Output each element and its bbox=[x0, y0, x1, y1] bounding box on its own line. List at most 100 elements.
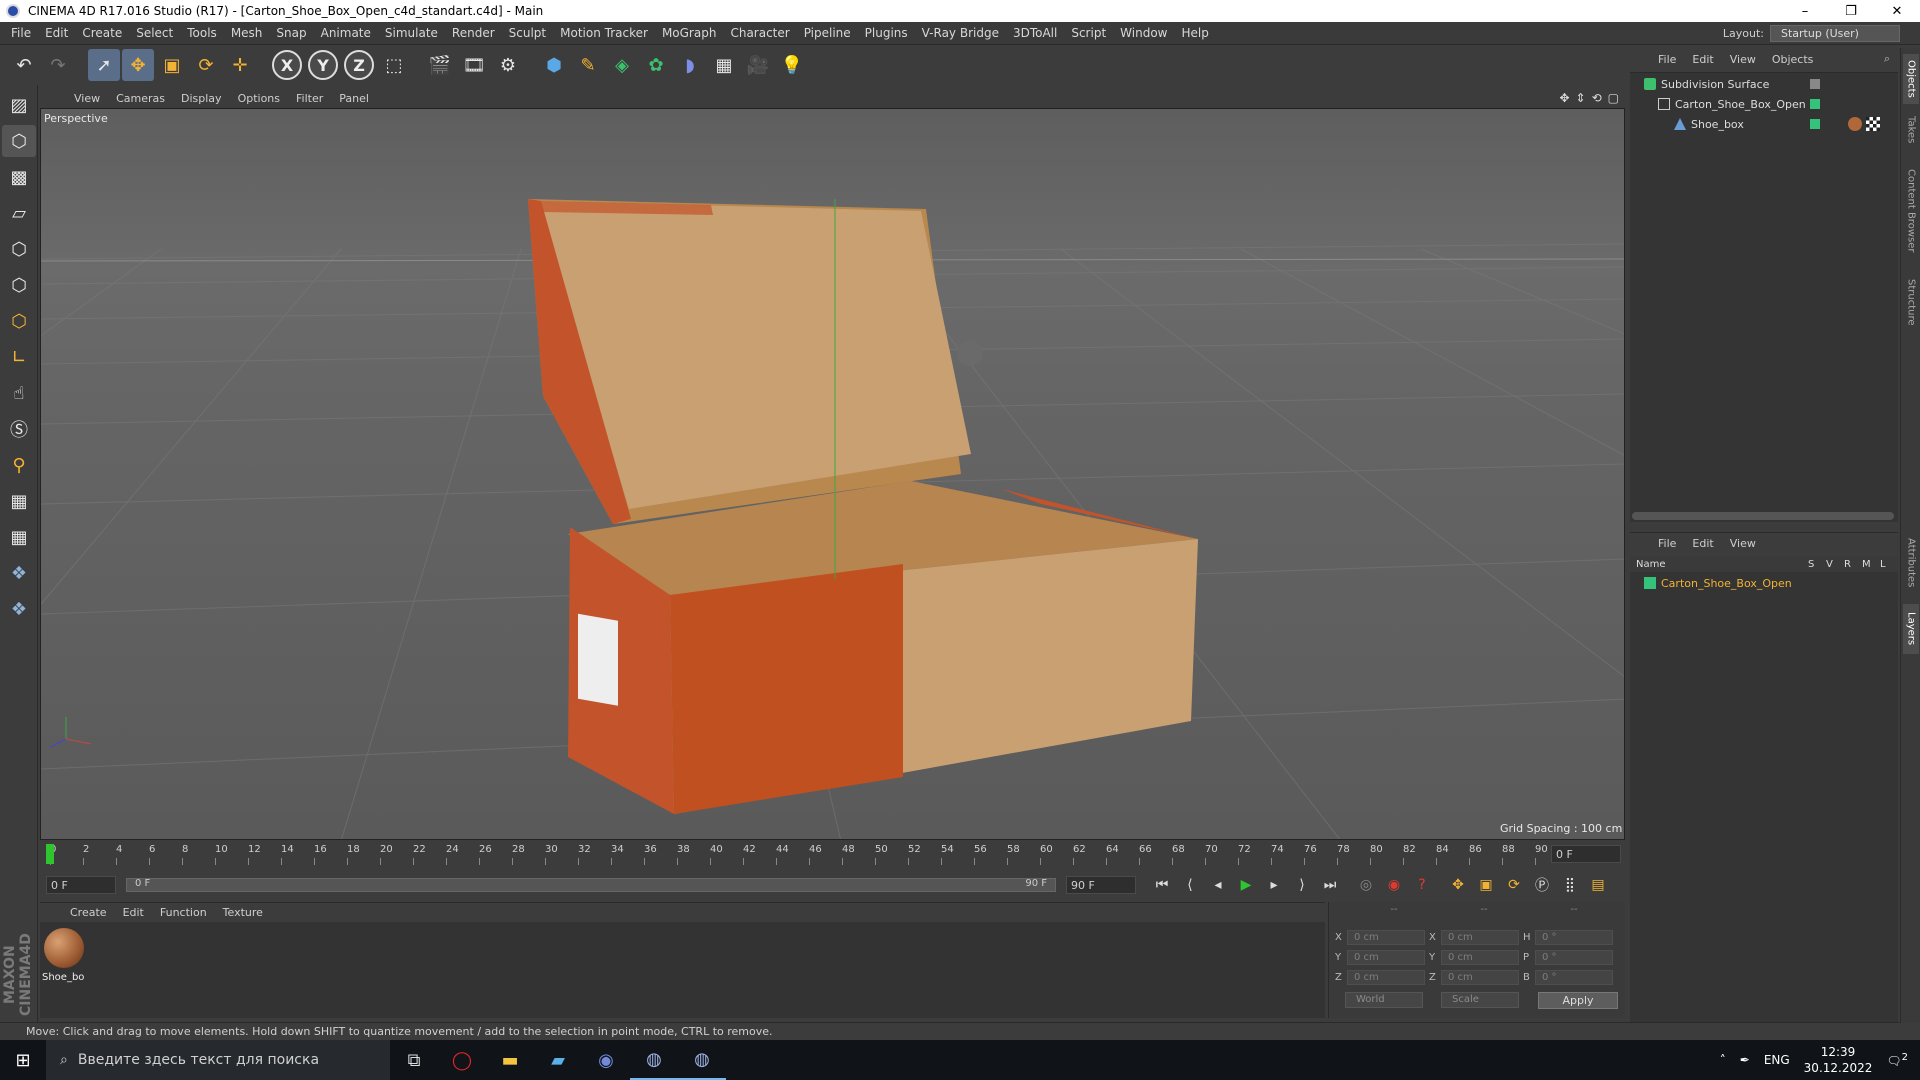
viewport-menu-view[interactable]: View bbox=[66, 92, 108, 105]
object-row-shoe-box[interactable]: Shoe_box bbox=[1674, 115, 1744, 133]
layer-menu-view[interactable]: View bbox=[1722, 537, 1764, 550]
layer-menu-file[interactable]: File bbox=[1650, 537, 1684, 550]
render-picture-viewer-icon[interactable]: 🎞 bbox=[458, 49, 490, 81]
deformer-icon[interactable]: ◗ bbox=[674, 49, 706, 81]
layer-tag-icon[interactable] bbox=[1810, 119, 1820, 129]
transform-tool-icon[interactable]: ✛ bbox=[224, 49, 256, 81]
size-z-field[interactable]: 0 cm bbox=[1441, 970, 1519, 985]
material-tag-icon[interactable] bbox=[1848, 117, 1862, 131]
scale-tool-icon[interactable]: ▣ bbox=[156, 49, 188, 81]
apply-button[interactable]: Apply bbox=[1538, 992, 1618, 1009]
move-tool-icon[interactable]: ✥ bbox=[122, 49, 154, 81]
tray-pen-icon[interactable]: ✒ bbox=[1740, 1053, 1750, 1067]
planar-workplane-icon[interactable]: ▦ bbox=[2, 521, 36, 553]
discord-app-icon[interactable]: ◉ bbox=[582, 1040, 630, 1080]
coordinate-space-select[interactable]: World bbox=[1345, 992, 1423, 1008]
material-menu-create[interactable]: Create bbox=[62, 906, 115, 919]
viewport-menu-cameras[interactable]: Cameras bbox=[108, 92, 173, 105]
rotation-b-field[interactable]: 0 ° bbox=[1535, 970, 1613, 985]
spline-pen-icon[interactable]: ✎ bbox=[572, 49, 604, 81]
timeline-window-icon[interactable]: ▤ bbox=[1586, 873, 1610, 897]
menu-simulate[interactable]: Simulate bbox=[378, 26, 445, 40]
y-axis-lock-button[interactable]: Y bbox=[308, 50, 338, 80]
render-view-icon[interactable]: 🎬 bbox=[424, 49, 456, 81]
menu-snap[interactable]: Snap bbox=[269, 26, 313, 40]
taskbar-search-box[interactable]: ⌕ Введите здесь текст для поиска bbox=[46, 1040, 390, 1080]
cinema4d-taskbar-icon[interactable]: ◍ bbox=[630, 1040, 678, 1080]
object-manager-scrollbar[interactable] bbox=[1632, 512, 1894, 520]
viewport-maximize-icon[interactable]: ▢ bbox=[1608, 91, 1619, 105]
size-x-field[interactable]: 0 cm bbox=[1441, 930, 1519, 945]
layer-menu-edit[interactable]: Edit bbox=[1684, 537, 1721, 550]
taskbar-clock[interactable]: 12:39 30.12.2022 bbox=[1804, 1044, 1873, 1076]
timeline-ruler[interactable]: 0246810121416182022242628303234363840424… bbox=[40, 842, 1625, 866]
live-selection-icon[interactable]: ➚ bbox=[88, 49, 120, 81]
position-z-field[interactable]: 0 cm bbox=[1347, 970, 1425, 985]
menu-file[interactable]: File bbox=[4, 26, 38, 40]
keyframe-selection-icon[interactable]: ? bbox=[1410, 873, 1434, 897]
menu-3dtoall[interactable]: 3DToAll bbox=[1006, 26, 1064, 40]
object-search-icon[interactable]: ⌕ bbox=[1884, 52, 1890, 66]
tab-objects[interactable]: Objects bbox=[1903, 54, 1919, 104]
snap-icon[interactable]: ⚲ bbox=[2, 449, 36, 481]
opera-browser-icon[interactable]: ◯ bbox=[438, 1040, 486, 1080]
close-button[interactable]: ✕ bbox=[1874, 0, 1920, 22]
viewport-menu-filter[interactable]: Filter bbox=[288, 92, 331, 105]
tab-content-browser[interactable]: Content Browser bbox=[1903, 156, 1919, 266]
edges-mode-icon[interactable]: ⬡ bbox=[2, 269, 36, 301]
menu-character[interactable]: Character bbox=[723, 26, 796, 40]
maximize-button[interactable]: ❐ bbox=[1828, 0, 1874, 22]
menu-plugins[interactable]: Plugins bbox=[858, 26, 915, 40]
position-y-field[interactable]: 0 cm bbox=[1347, 950, 1425, 965]
viewport-menu-display[interactable]: Display bbox=[173, 92, 230, 105]
tab-attributes[interactable]: Attributes bbox=[1903, 528, 1919, 598]
menu-sculpt[interactable]: Sculpt bbox=[502, 26, 553, 40]
notepad-app-icon[interactable]: ▰ bbox=[534, 1040, 582, 1080]
layout-select[interactable]: Startup (User) bbox=[1770, 24, 1900, 42]
menu-motion-tracker[interactable]: Motion Tracker bbox=[553, 26, 655, 40]
z-axis-lock-button[interactable]: Z bbox=[344, 50, 374, 80]
next-key-icon[interactable]: ⟩ bbox=[1290, 873, 1314, 897]
position-key-icon[interactable]: ✥ bbox=[1446, 873, 1470, 897]
cinema4d-taskbar-icon-2[interactable]: ◍ bbox=[678, 1040, 726, 1080]
floor-icon[interactable]: ▦ bbox=[708, 49, 740, 81]
tab-layers[interactable]: Layers bbox=[1903, 604, 1919, 654]
texture-mode-icon[interactable]: ▩ bbox=[2, 161, 36, 193]
end-frame-field[interactable]: 90 F bbox=[1066, 876, 1136, 894]
x-axis-lock-button[interactable]: X bbox=[272, 50, 302, 80]
next-frame-icon[interactable]: ▸ bbox=[1262, 873, 1286, 897]
viewport-zoom-icon[interactable]: ⇕ bbox=[1576, 91, 1586, 105]
tray-chevron-up-icon[interactable]: ˄ bbox=[1720, 1053, 1726, 1067]
model-mode-icon[interactable]: ⬡ bbox=[2, 125, 36, 157]
previous-key-icon[interactable]: ⟨ bbox=[1178, 873, 1202, 897]
viewport-pan-icon[interactable]: ✥ bbox=[1559, 91, 1569, 105]
menu-mesh[interactable]: Mesh bbox=[224, 26, 270, 40]
windows-start-icon[interactable]: ⊞ bbox=[0, 1040, 46, 1080]
layer-tag-icon[interactable] bbox=[1810, 99, 1820, 109]
start-frame-field[interactable]: 0 F bbox=[46, 876, 116, 894]
solo-mode-icon[interactable]: Ⓢ bbox=[2, 413, 36, 445]
minimize-button[interactable]: – bbox=[1782, 0, 1828, 22]
menu-script[interactable]: Script bbox=[1064, 26, 1113, 40]
task-view-icon[interactable]: ⧉ bbox=[390, 1040, 438, 1080]
record-keys-icon[interactable]: ◎ bbox=[1354, 873, 1378, 897]
polygons-mode-icon[interactable]: ⬡ bbox=[2, 305, 36, 337]
notifications-icon[interactable]: 🗨2 bbox=[1886, 1052, 1908, 1068]
previous-frame-icon[interactable]: ◂ bbox=[1206, 873, 1230, 897]
menu-window[interactable]: Window bbox=[1113, 26, 1174, 40]
tweak-mode-icon[interactable]: ☝ bbox=[2, 377, 36, 409]
subdivision-surface-icon[interactable]: ◈ bbox=[606, 49, 638, 81]
perspective-viewport[interactable] bbox=[40, 108, 1625, 840]
menu-create[interactable]: Create bbox=[75, 26, 129, 40]
menu-tools[interactable]: Tools bbox=[180, 26, 224, 40]
current-frame-field[interactable]: 0 F bbox=[1551, 845, 1621, 863]
menu-vray-bridge[interactable]: V-Ray Bridge bbox=[915, 26, 1006, 40]
tray-language[interactable]: ENG bbox=[1764, 1053, 1790, 1067]
rotation-h-field[interactable]: 0 ° bbox=[1535, 930, 1613, 945]
play-icon[interactable]: ▶ bbox=[1234, 873, 1258, 897]
viewport-menu-panel[interactable]: Panel bbox=[331, 92, 377, 105]
array-generator-icon[interactable]: ✿ bbox=[640, 49, 672, 81]
timeline-playhead[interactable] bbox=[46, 844, 54, 864]
object-menu-edit[interactable]: Edit bbox=[1684, 53, 1721, 66]
layer-tag-icon[interactable] bbox=[1810, 79, 1820, 89]
